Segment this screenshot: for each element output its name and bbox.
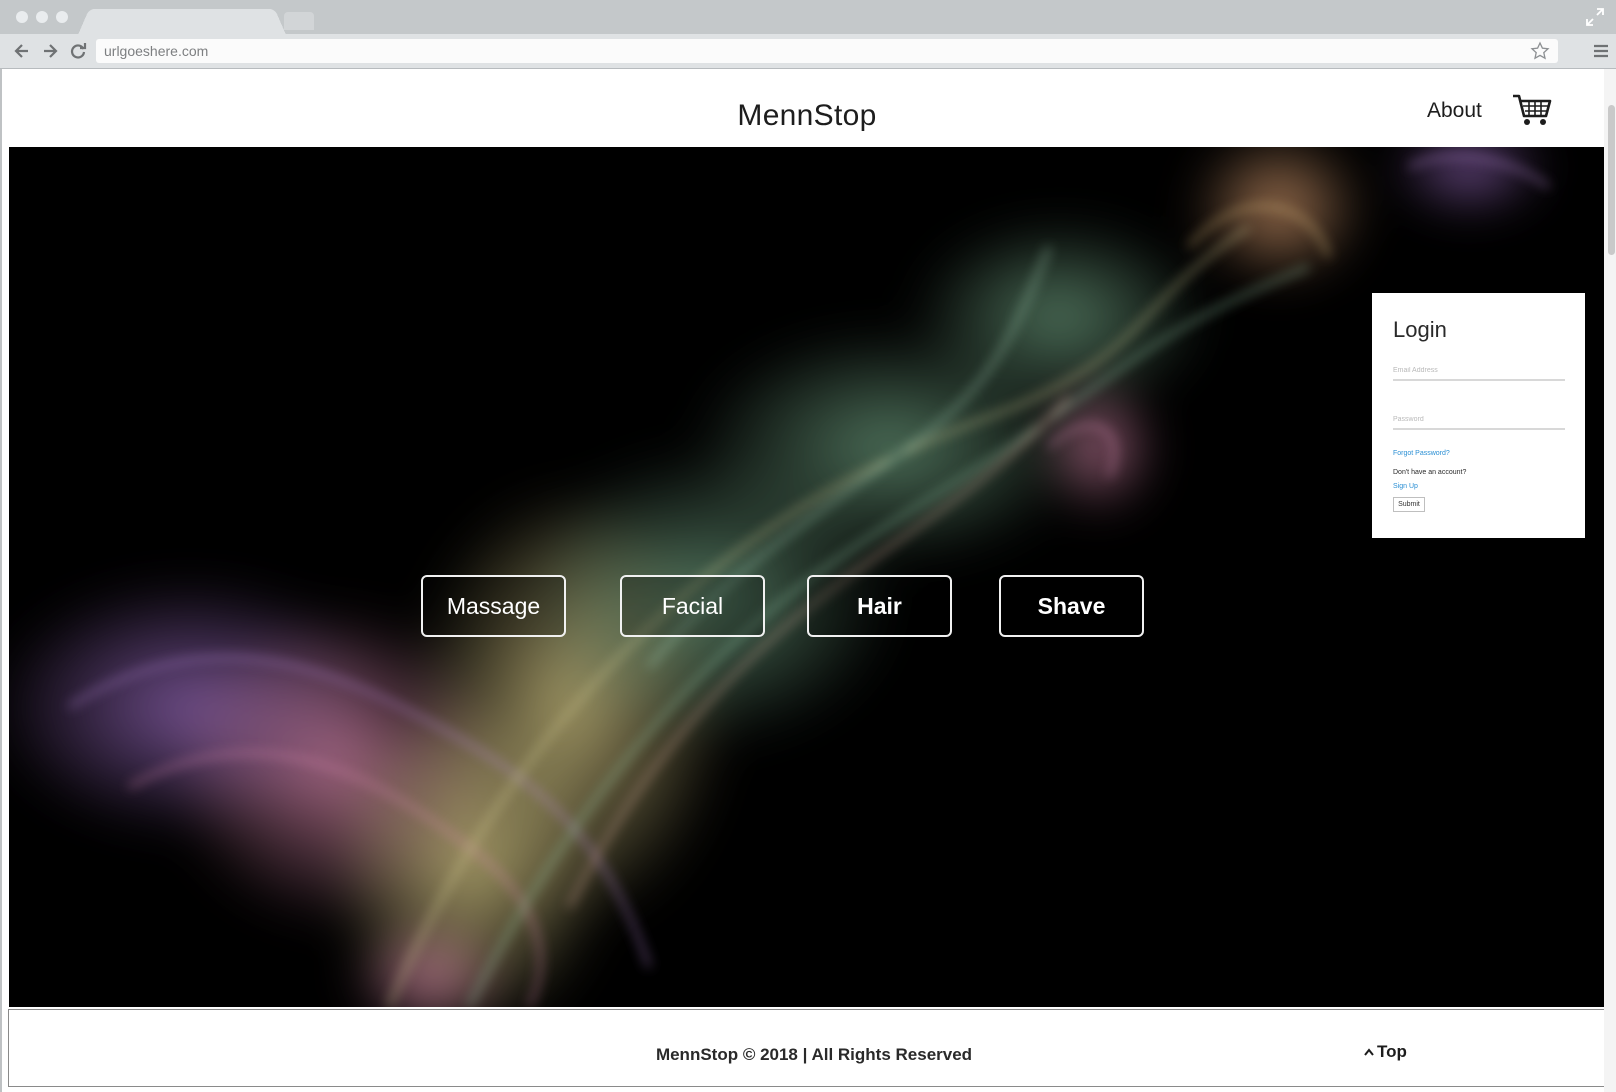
sign-up-link[interactable]: Sign Up [1393,483,1418,490]
shave-button[interactable]: Shave [999,575,1144,637]
new-tab-button[interactable] [284,12,314,30]
web-page: MennStop About Massage Facial Hair Shave… [0,69,1616,1092]
site-title[interactable]: MennStop [2,99,1612,133]
cart-icon[interactable] [1512,93,1552,127]
caret-up-icon [1364,1048,1374,1056]
window-minimize-button[interactable] [36,11,48,23]
about-link[interactable]: About [1427,99,1482,123]
window-close-button[interactable] [16,11,28,23]
scrollbar-thumb[interactable] [1608,105,1615,255]
expand-icon[interactable] [1584,6,1606,28]
login-panel: Login Forgot Password? Don't have an acc… [1372,293,1585,538]
browser-tab-bar [0,0,1616,35]
address-bar[interactable]: urlgoeshere.com [96,39,1558,63]
hair-button[interactable]: Hair [807,575,952,637]
submit-button[interactable]: Submit [1393,497,1425,512]
menu-icon[interactable] [1592,41,1610,61]
url-text: urlgoeshere.com [104,43,209,59]
forward-icon[interactable] [40,41,60,61]
email-field[interactable] [1393,361,1565,381]
browser-toolbar: urlgoeshere.com [0,34,1616,69]
no-account-text: Don't have an account? [1393,469,1467,476]
back-to-top-label: Top [1377,1042,1407,1061]
password-field[interactable] [1393,410,1565,430]
footer: MennStop © 2018 | All Rights Reserved To… [8,1009,1606,1087]
back-icon[interactable] [12,41,32,61]
reload-icon[interactable] [68,41,88,61]
forgot-password-link[interactable]: Forgot Password? [1393,450,1450,457]
star-icon[interactable] [1530,41,1550,61]
login-title: Login [1393,317,1447,342]
browser-tab[interactable] [78,8,286,35]
massage-button[interactable]: Massage [421,575,566,637]
window-maximize-button[interactable] [56,11,68,23]
facial-button[interactable]: Facial [620,575,765,637]
hero-banner: Massage Facial Hair Shave Login Forgot P… [9,147,1606,1007]
page-scrollbar[interactable] [1604,69,1616,1092]
back-to-top-link[interactable]: Top [1363,1042,1407,1062]
